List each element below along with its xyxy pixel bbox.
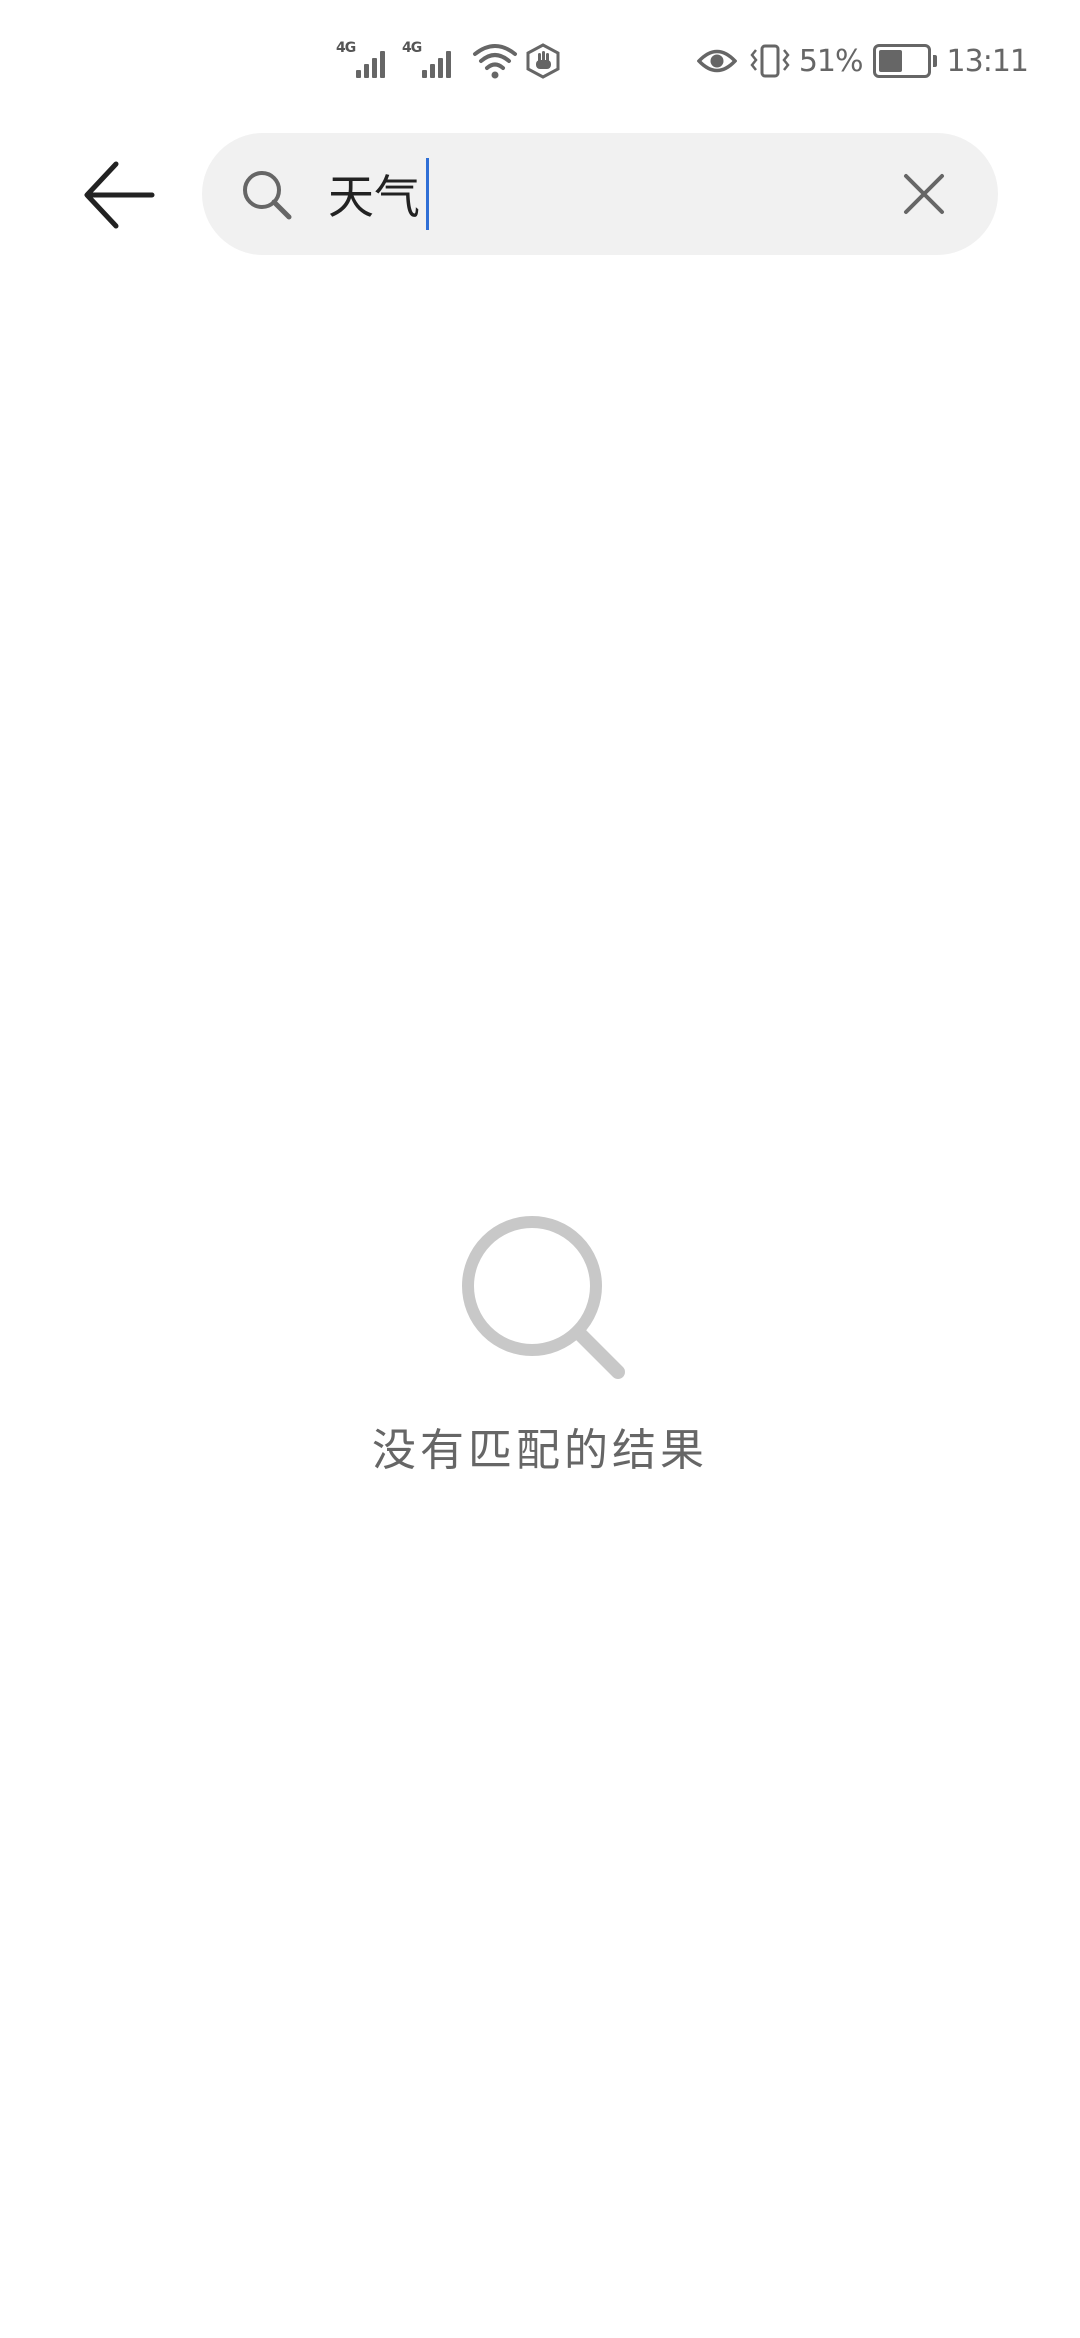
clock-time: 13:11	[946, 43, 1029, 79]
signal-bars-icon	[356, 51, 388, 78]
search-query-text: 天气	[328, 170, 420, 224]
wifi-icon	[472, 40, 518, 82]
signal-group-2: 4G	[402, 40, 464, 82]
empty-search-icon	[452, 1206, 632, 1386]
clear-search-button[interactable]	[894, 164, 954, 224]
text-caret	[426, 158, 429, 230]
search-icon	[240, 168, 294, 222]
hand-hexagon-icon	[524, 40, 562, 82]
back-button[interactable]	[74, 150, 164, 240]
signal-group-1: 4G	[336, 40, 398, 82]
status-bar: 4G 4G 51% 13:11	[0, 0, 1080, 120]
network-type-label: 4G	[402, 40, 422, 56]
close-icon	[904, 174, 944, 214]
battery-level-fill	[878, 50, 902, 72]
eye-icon	[696, 46, 738, 76]
battery-icon	[872, 44, 937, 78]
screen: 4G 4G 51% 13:11 天气 没有匹配的结果	[0, 0, 1080, 2338]
battery-percent: 51%	[798, 43, 864, 79]
network-type-label: 4G	[336, 40, 356, 56]
search-input[interactable]: 天气	[328, 153, 429, 235]
status-left: 4G 4G	[336, 40, 562, 82]
no-results-message: 没有匹配的结果	[372, 1425, 708, 1476]
signal-bars-icon	[422, 51, 454, 78]
status-right: 51% 13:11	[696, 40, 1029, 82]
search-bar[interactable]: 天气	[202, 133, 998, 255]
vibrate-icon	[749, 44, 791, 78]
arrow-left-icon	[84, 161, 155, 229]
